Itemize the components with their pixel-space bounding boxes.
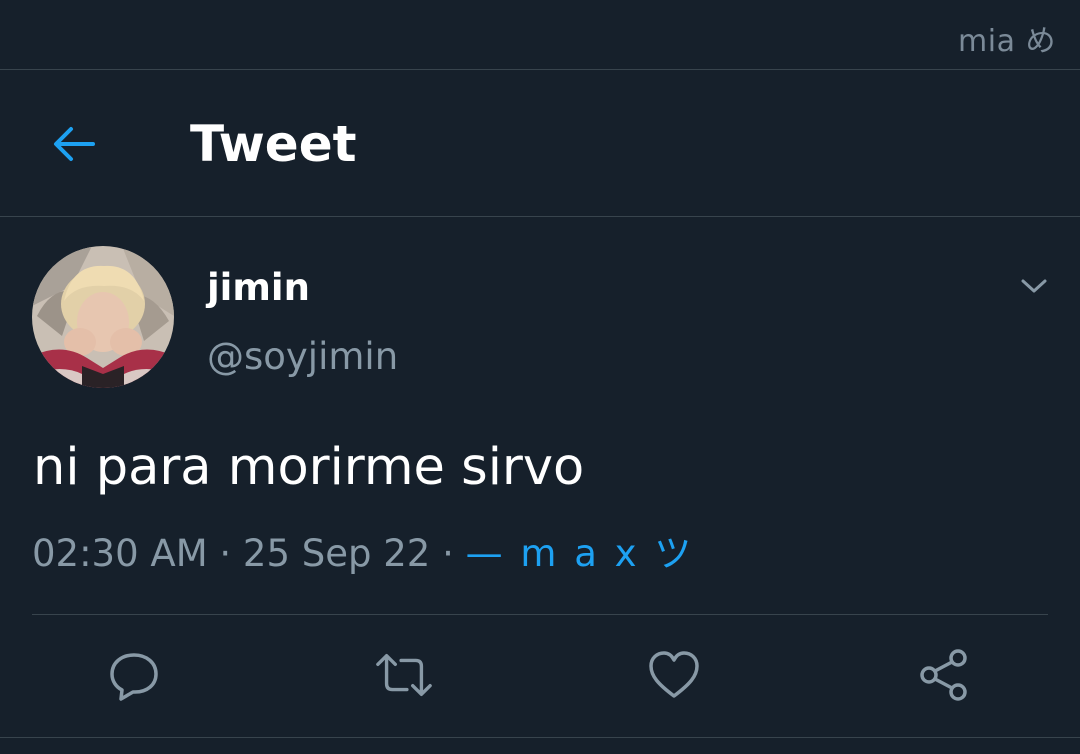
retweet-icon	[376, 653, 432, 697]
watermark-text: mia め	[958, 24, 1056, 59]
tweet-source-link[interactable]: — m a x ツ	[466, 532, 695, 575]
author-handle[interactable]: @soyjimin	[207, 333, 398, 381]
retweet-button[interactable]	[374, 645, 434, 705]
bottom-divider	[0, 737, 1080, 738]
more-options-button[interactable]	[1014, 268, 1054, 304]
avatar[interactable]	[32, 246, 174, 388]
author-name[interactable]: jimin	[207, 264, 310, 312]
chevron-down-icon	[1021, 279, 1047, 293]
tweet-detail-screen: mia め Tweet jimin @soyjimin ni para mori…	[0, 0, 1080, 754]
tweet-time: 02:30 AM	[32, 532, 208, 575]
share-icon	[920, 649, 967, 701]
reply-button[interactable]	[104, 645, 164, 705]
actions-divider	[32, 614, 1048, 615]
reply-icon	[110, 653, 158, 701]
page-title: Tweet	[190, 115, 357, 173]
share-button[interactable]	[914, 645, 974, 705]
back-button[interactable]	[40, 112, 108, 176]
tweet-metadata: 02:30 AM · 25 Sep 22 · — m a x ツ	[32, 528, 694, 580]
meta-separator: ·	[430, 532, 466, 575]
meta-separator: ·	[207, 532, 243, 575]
like-icon	[649, 651, 699, 698]
top-divider	[0, 69, 1080, 70]
avatar-image	[32, 246, 174, 388]
header-divider	[0, 216, 1080, 217]
tweet-date: 25 Sep 22	[242, 532, 431, 575]
like-button[interactable]	[644, 645, 704, 705]
tweet-text: ni para morirme sirvo	[33, 438, 585, 497]
arrow-left-icon	[54, 127, 95, 161]
